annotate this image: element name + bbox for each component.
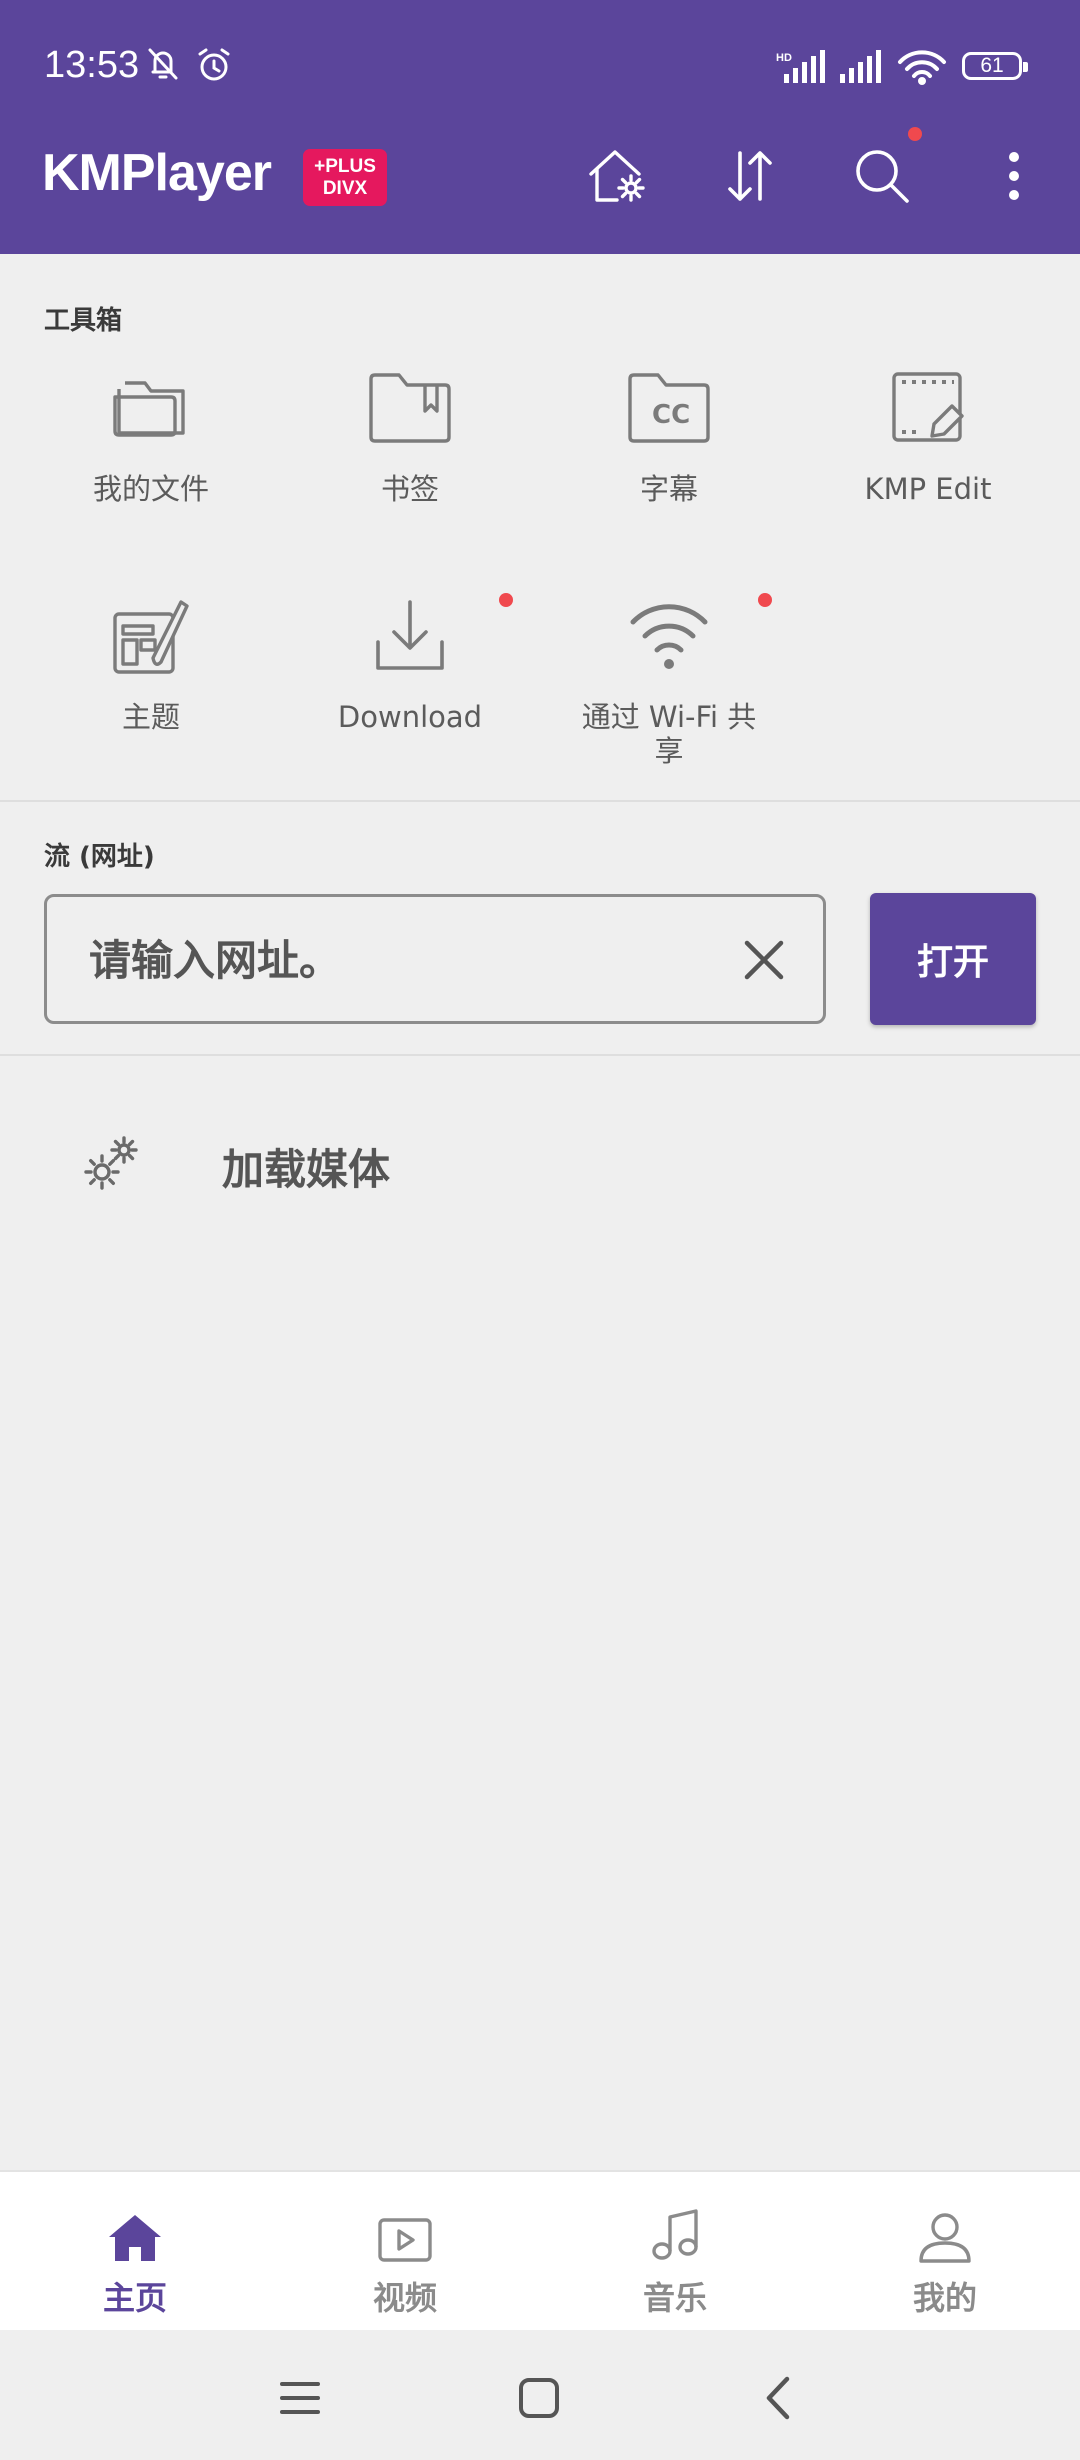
svg-text:CC: CC — [652, 400, 690, 430]
home-gear-icon — [589, 150, 645, 202]
recents-button[interactable] — [270, 2368, 330, 2428]
plus-divx-badge[interactable]: +PLUS DIVX — [303, 149, 387, 206]
nav-label: 我的 — [912, 2279, 977, 2317]
stream-title: 流 (网址) — [44, 842, 155, 872]
nav-label: 音乐 — [642, 2279, 707, 2317]
square-icon — [519, 2378, 559, 2418]
nav-home[interactable]: 主页 — [0, 2172, 270, 2332]
toolbox-title: 工具箱 — [44, 306, 123, 336]
more-menu-button[interactable] — [978, 140, 1050, 212]
theme-icon — [113, 600, 189, 674]
status-time: 13:53 — [44, 44, 140, 86]
download-notification-dot — [499, 593, 513, 607]
app-header: 13:53 HD 61 KMPlayer +PLUS DIVX — [0, 0, 1080, 254]
more-vertical-icon — [1009, 152, 1019, 200]
load-media-label: 加载媒体 — [222, 1145, 391, 1194]
signal-hd-icon: HD — [776, 50, 828, 84]
wifi-icon — [630, 604, 708, 669]
tool-subtitle[interactable]: CC 字幕 — [544, 358, 794, 506]
gears-icon — [78, 1130, 144, 1196]
back-button[interactable] — [748, 2368, 808, 2428]
home-settings-button[interactable] — [582, 140, 654, 212]
search-notification-dot — [908, 127, 922, 141]
system-navigation-bar — [0, 2330, 1080, 2460]
video-icon — [378, 2218, 432, 2262]
load-media-row[interactable]: 加载媒体 — [0, 1110, 1080, 1220]
svg-text:HD: HD — [776, 52, 792, 64]
tool-bookmark[interactable]: 书签 — [285, 358, 535, 506]
tool-label: 书签 — [380, 472, 439, 506]
tool-theme[interactable]: 主题 — [26, 586, 276, 734]
badge-divx-text: DIVX — [322, 177, 368, 199]
alarm-icon — [195, 46, 233, 84]
nav-label: 视频 — [372, 2279, 437, 2317]
tool-label: Download — [337, 700, 483, 734]
home-system-button[interactable] — [509, 2368, 569, 2428]
clear-url-button[interactable] — [735, 931, 793, 989]
tool-kmp-edit[interactable]: KMP Edit — [803, 358, 1053, 506]
battery-indicator: 61 — [962, 52, 1028, 80]
badge-plus-text: +PLUS — [314, 155, 376, 177]
search-button[interactable] — [846, 140, 918, 212]
search-icon — [856, 150, 909, 203]
nav-label: 主页 — [102, 2279, 167, 2317]
download-icon — [376, 600, 444, 670]
mute-bell-icon — [146, 46, 180, 82]
menu-icon — [280, 2382, 320, 2414]
music-icon — [652, 2209, 698, 2260]
sort-arrows-icon — [728, 151, 772, 201]
tool-label: 字幕 — [639, 472, 698, 506]
close-icon — [744, 940, 784, 980]
open-url-button[interactable]: 打开 — [870, 893, 1036, 1025]
tool-label: KMP Edit — [864, 472, 992, 506]
signal-icon — [838, 50, 886, 84]
wifi-status-icon — [896, 48, 948, 86]
person-icon — [919, 2213, 971, 2263]
tool-label: 主题 — [121, 700, 180, 734]
nav-music[interactable]: 音乐 — [540, 2172, 810, 2332]
tool-wifi-share[interactable]: 通过 Wi-Fi 共 享 — [544, 586, 794, 768]
url-input[interactable] — [87, 927, 691, 993]
wifi-notification-dot — [758, 593, 772, 607]
edit-frame-icon — [892, 372, 964, 442]
tool-label: 通过 Wi-Fi 共 享 — [581, 700, 757, 768]
section-divider — [0, 800, 1080, 802]
folder-icon — [113, 381, 185, 437]
tool-download[interactable]: Download — [285, 586, 535, 734]
tool-my-files[interactable]: 我的文件 — [26, 358, 276, 506]
sort-button[interactable] — [714, 140, 786, 212]
nav-video[interactable]: 视频 — [270, 2172, 540, 2332]
url-field[interactable] — [44, 894, 826, 1024]
subtitle-folder-icon: CC — [628, 373, 710, 443]
nav-me[interactable]: 我的 — [810, 2172, 1080, 2332]
chevron-left-icon — [766, 2376, 790, 2420]
home-icon — [109, 2215, 161, 2261]
bookmark-folder-icon — [369, 373, 451, 443]
bottom-navigation: 主页 视频 音乐 我的 — [0, 2170, 1080, 2332]
section-divider — [0, 1054, 1080, 1056]
app-logo: KMPlayer — [42, 144, 272, 202]
tool-label: 我的文件 — [92, 472, 209, 506]
